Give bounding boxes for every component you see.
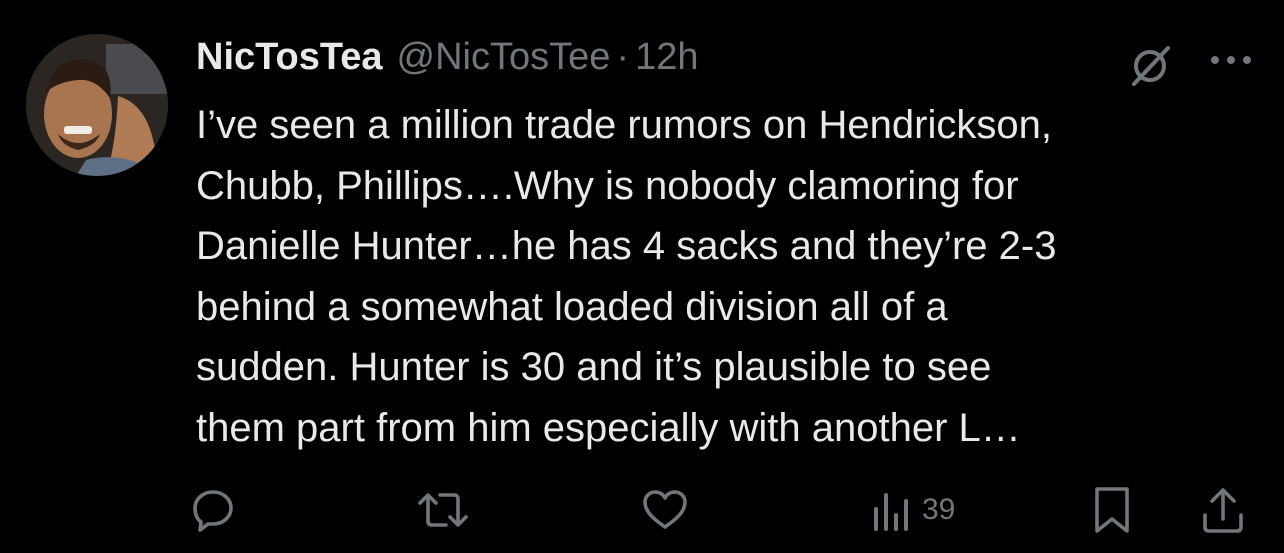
analytics-icon [870, 487, 910, 533]
heart-icon [640, 487, 690, 533]
timestamp[interactable]: 12h [635, 36, 698, 79]
retweet-icon [416, 487, 470, 533]
reply-button[interactable] [190, 480, 236, 540]
reply-icon [190, 487, 236, 533]
bookmark-button[interactable] [1092, 480, 1132, 540]
tweet-header: NicTosTea @NicTosTee · 12h [196, 36, 698, 82]
retweet-button[interactable] [416, 480, 470, 540]
more-options-icon[interactable] [1206, 42, 1256, 78]
views-button[interactable]: 39 [870, 480, 955, 540]
separator-dot: · [616, 36, 630, 78]
share-icon [1200, 485, 1246, 535]
grok-icon[interactable] [1128, 42, 1174, 88]
like-button[interactable] [640, 480, 690, 540]
share-button[interactable] [1200, 480, 1246, 540]
avatar[interactable] [26, 34, 168, 176]
tweet[interactable]: NicTosTea @NicTosTee · 12h I’ve seen a m… [0, 0, 1284, 553]
display-name[interactable]: NicTosTea [196, 36, 383, 79]
views-count: 39 [922, 493, 956, 526]
action-bar: 39 [0, 480, 1284, 540]
user-handle[interactable]: @NicTosTee [397, 36, 611, 79]
tweet-text: I’ve seen a million trade rumors on Hend… [196, 103, 1057, 450]
bookmark-icon [1092, 485, 1132, 535]
